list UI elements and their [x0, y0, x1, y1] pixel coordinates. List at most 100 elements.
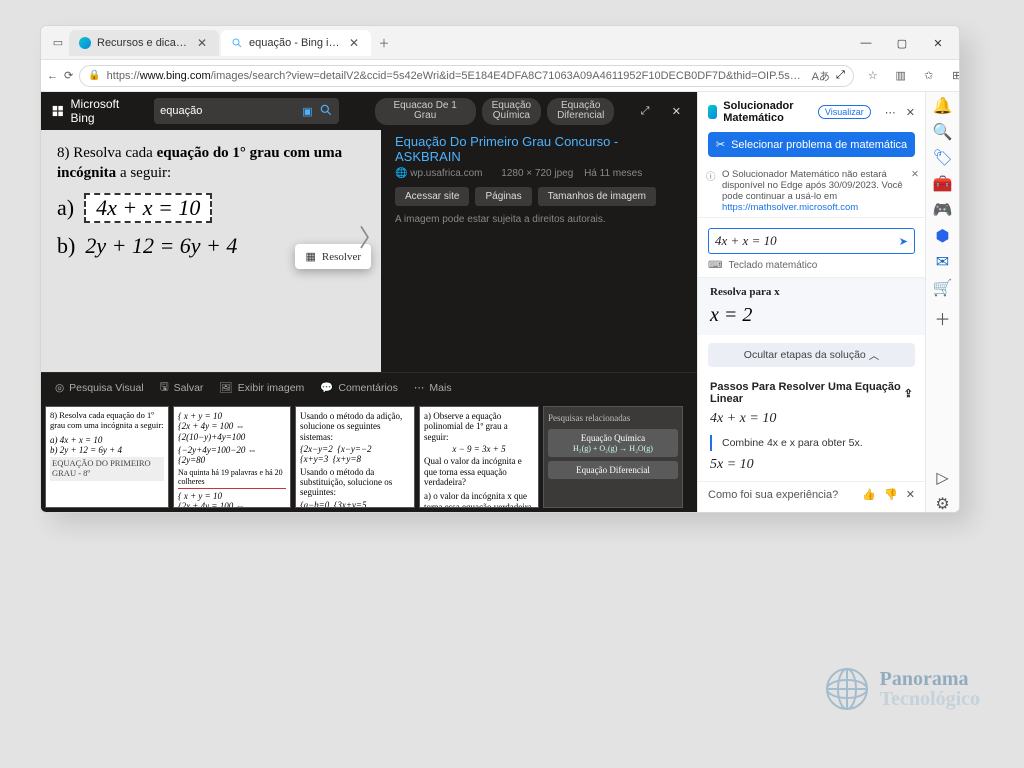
chip-equacao-quimica[interactable]: EquaçãoQuímica [482, 98, 541, 125]
chip-equacao-1-grau[interactable]: Equacao De 1 Grau [375, 98, 476, 125]
watermark-line-2: Tecnológico [880, 689, 980, 709]
tab-label: Recursos e dicas do Micros [97, 37, 189, 49]
bing-logo[interactable]: Microsoft Bing [51, 97, 144, 125]
item-b-label: b) [57, 233, 75, 259]
more-icon: ⋯ [414, 382, 425, 394]
show-image-action[interactable]: 🖼Exibir imagem [219, 381, 304, 394]
address-bar: ← ⟳ 🔒 https://www.bing.com/images/search… [41, 60, 959, 92]
viewer-header: Microsoft Bing equação ▣ Equacao De 1 Gr… [41, 92, 697, 130]
thumb-3[interactable]: Usando o método da adição, solucione os … [295, 406, 415, 508]
tools-icon[interactable]: 🧰 [935, 176, 951, 192]
toolbar-icons: ☆ ▥ ✩ ⊞ ❀ ⬚ ◉ ⋯ [860, 64, 960, 88]
next-image-icon[interactable]: 〉 [359, 218, 383, 253]
deprecation-notice: O Solucionador Matemático não estará dis… [698, 165, 925, 218]
sidebar-collapse-icon[interactable]: ▷ [935, 470, 951, 486]
bing-logo-text: Microsoft Bing [71, 97, 145, 125]
image-title-link[interactable]: Equação Do Primeiro Grau Concurso - ASKB… [395, 134, 683, 164]
content-area: Microsoft Bing equação ▣ Equacao De 1 Gr… [41, 92, 959, 512]
thumb-1[interactable]: 8) Resolva cada equação do 1º grau com u… [45, 406, 169, 508]
visual-search-icon: ◎ [55, 382, 64, 394]
item-a-label: a) [57, 195, 74, 221]
close-tab-icon[interactable]: ✕ [195, 36, 209, 50]
outlook-icon[interactable]: ✉ [935, 254, 951, 270]
close-viewer-icon[interactable]: ✕ [666, 105, 687, 118]
share-icon[interactable]: ⇪ [904, 387, 913, 400]
math-solver-logo-icon [708, 105, 717, 119]
thumbs-up-icon[interactable]: 👍 [862, 488, 876, 501]
tab-actions-icon[interactable]: ▭ [47, 32, 69, 54]
chevron-up-icon: ︿ [869, 348, 880, 363]
visual-search-action[interactable]: ◎Pesquisa Visual [55, 382, 144, 394]
comments-action[interactable]: 💬Comentários [320, 381, 398, 394]
panel-close-icon[interactable]: ✕ [904, 106, 917, 119]
mathsolver-link[interactable]: https://mathsolver.microsoft.com [722, 202, 858, 213]
equation-selection[interactable]: 4x + x = 10 [84, 193, 212, 223]
notifications-icon[interactable]: 🔔 [935, 98, 951, 114]
sidebar-add-icon[interactable]: ＋ [935, 310, 951, 326]
cart-icon[interactable]: 🛒 [935, 280, 951, 296]
image-meta: 🌐 wp.usafrica.com 1280 × 720 jpeg Há 11 … [395, 168, 683, 179]
save-action[interactable]: 🖫Salvar [160, 379, 204, 397]
step-expression-1: 4x + x = 10 [710, 411, 913, 427]
browser-window: ▭ Recursos e dicas do Micros ✕ equação -… [40, 25, 960, 513]
thumb-4[interactable]: a) Observe a equação polinomial de 1º gr… [419, 406, 539, 508]
search-favicon-icon [231, 37, 243, 49]
related-searches-title: Pesquisas relacionadas [548, 413, 678, 423]
viewer-action-bar: ◎Pesquisa Visual 🖫Salvar 🖼Exibir imagem … [41, 372, 697, 402]
thumbs-down-icon[interactable]: 👎 [884, 488, 898, 501]
send-icon[interactable]: ➤ [899, 235, 908, 248]
solve-icon: ▦ [305, 250, 315, 263]
pages-button[interactable]: Páginas [475, 187, 531, 206]
extensions-icon[interactable]: ⊞ [944, 64, 960, 88]
reader-icon[interactable]: Aあ [812, 68, 830, 84]
minimize-button[interactable]: — [849, 30, 883, 56]
translate-icon[interactable]: ⤢ [836, 69, 845, 82]
hide-steps-button[interactable]: Ocultar etapas da solução ︿ [708, 343, 915, 367]
thumb-2[interactable]: { x + y = 10{2x + 4y = 100 ⇔ {2(10−y)+4y… [173, 406, 291, 508]
math-input[interactable]: 4x + x = 10 ➤ [708, 228, 915, 254]
refresh-button[interactable]: ⟳ [64, 64, 73, 88]
url-field[interactable]: 🔒 https://www.bing.com/images/search?vie… [79, 65, 854, 87]
save-icon: 🖫 [160, 379, 169, 397]
favorite-icon[interactable]: ☆ [860, 64, 886, 88]
steps-title: Passos Para Resolver Uma Equação Linear [710, 381, 904, 405]
equation-b: 2y + 12 = 6y + 4 [85, 233, 237, 259]
games-icon[interactable]: 🎮 [935, 202, 951, 218]
math-keyboard-toggle[interactable]: ⌨ Teclado matemático [708, 260, 915, 271]
favorites-bar-icon[interactable]: ✩ [916, 64, 942, 88]
edge-favicon-icon [79, 37, 91, 49]
expand-icon[interactable]: ⤢ [634, 105, 655, 118]
new-tab-button[interactable]: ＋ [373, 32, 395, 54]
image-sizes-button[interactable]: Tamanhos de imagem [538, 187, 656, 206]
search-query: equação [160, 105, 296, 117]
select-problem-button[interactable]: ✂ Selecionar problema de matemática [708, 132, 915, 157]
bing-image-viewer: Microsoft Bing equação ▣ Equacao De 1 Gr… [41, 92, 697, 512]
tab-edge-tips[interactable]: Recursos e dicas do Micros ✕ [69, 30, 219, 56]
watermark-line-1: Panorama [880, 669, 980, 689]
visual-search-icon[interactable]: ▣ [302, 105, 312, 118]
back-button[interactable]: ← [47, 64, 58, 88]
visit-site-button[interactable]: Acessar site [395, 187, 469, 206]
search-icon[interactable] [319, 103, 333, 120]
solve-for-heading: Resolva para x [710, 286, 913, 298]
notice-close-icon[interactable]: ✕ [911, 169, 919, 180]
office-icon[interactable]: ⬢ [935, 228, 951, 244]
feedback-close-icon[interactable]: ✕ [906, 488, 915, 501]
related-search-quimica[interactable]: Equação Química H₂(g) + O₂(g) → H₂O(g) [548, 429, 678, 457]
tab-bing-images[interactable]: equação - Bing images ✕ [221, 30, 371, 56]
shopping-icon[interactable]: 🏷 [935, 150, 951, 166]
close-tab-icon[interactable]: ✕ [347, 36, 361, 50]
close-window-button[interactable]: ✕ [921, 30, 955, 56]
settings-icon[interactable]: ⚙ [935, 496, 951, 512]
collections-icon[interactable]: ▥ [888, 64, 914, 88]
bing-searchbox[interactable]: equação ▣ [154, 98, 339, 124]
image-preview: 8) Resolva cada equação do 1° grau com u… [41, 130, 381, 372]
search-sidebar-icon[interactable]: 🔍 [935, 124, 951, 140]
problem-prompt: 8) Resolva cada equação do 1° grau com u… [57, 144, 369, 183]
maximize-button[interactable]: ▢ [885, 30, 919, 56]
chip-equacao-diferencial[interactable]: EquaçãoDiferencial [547, 98, 614, 125]
panel-menu-icon[interactable]: ⋯ [883, 106, 898, 119]
more-action[interactable]: ⋯Mais [414, 382, 452, 394]
step-combine: Combine 4x e x para obter 5x. [710, 435, 913, 451]
related-search-diferencial[interactable]: Equação Diferencial [548, 461, 678, 479]
